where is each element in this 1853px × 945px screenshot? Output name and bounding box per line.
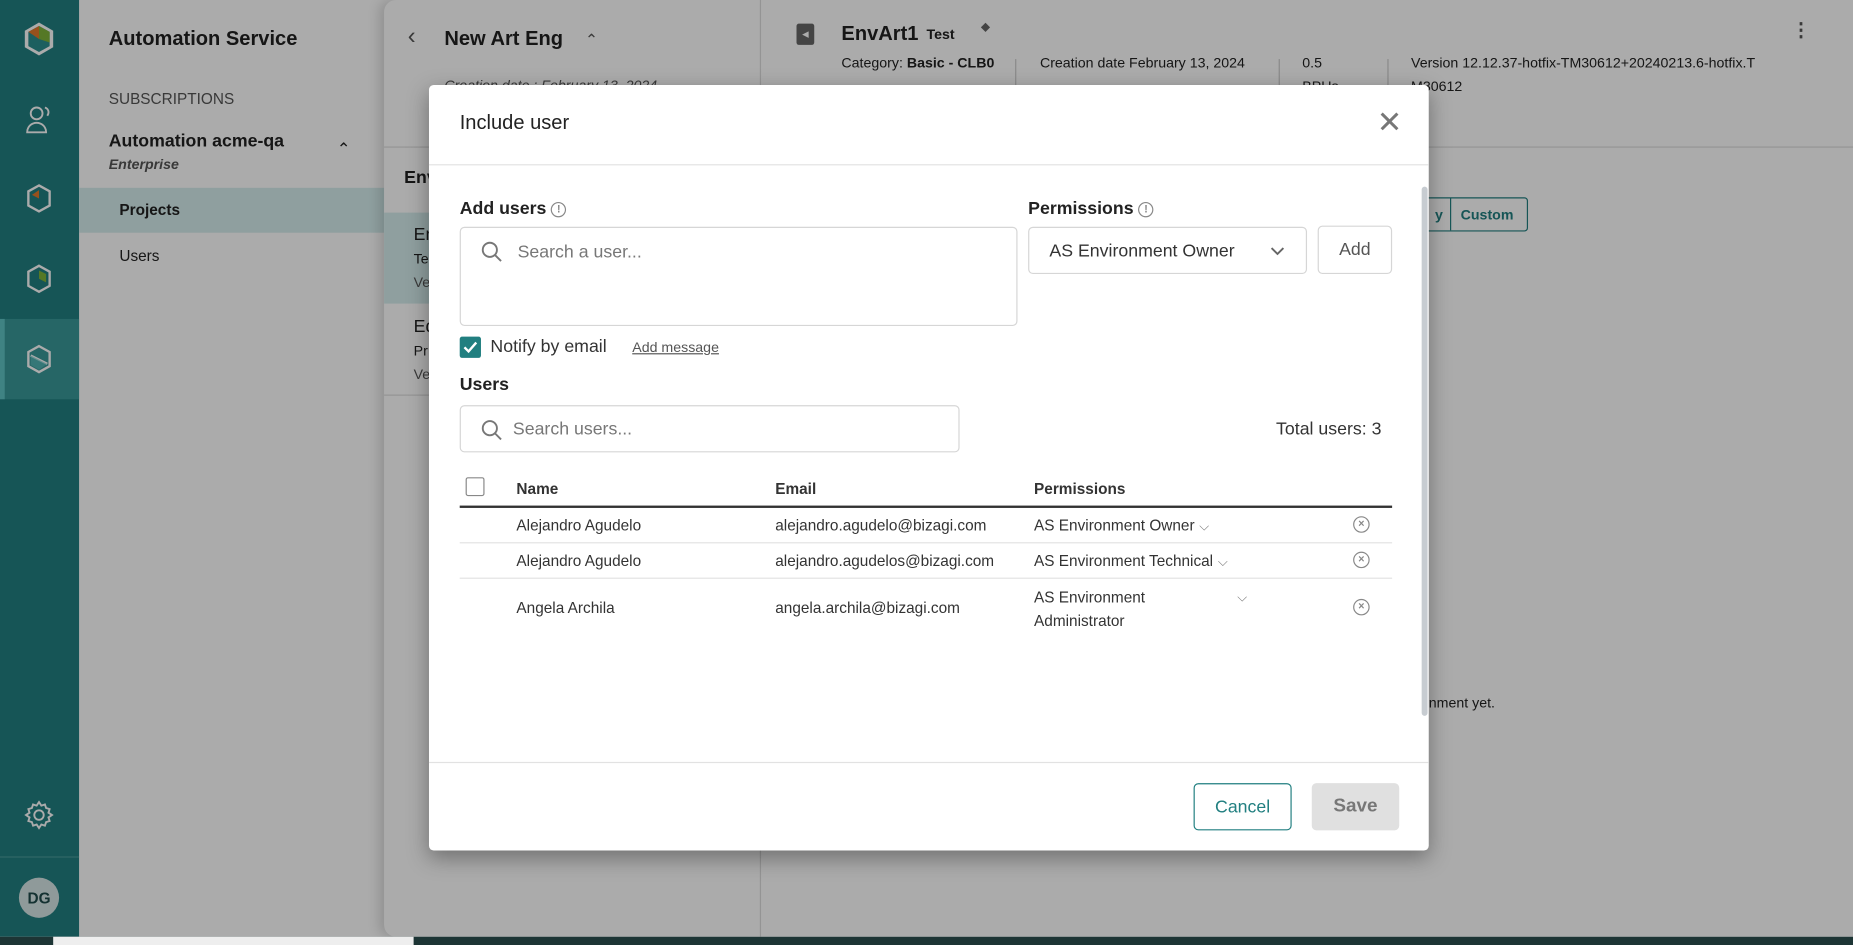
user-email: alejandro.agudelo@bizagi.com [775, 516, 987, 534]
label-text: Add users [459, 198, 547, 219]
search-users-input[interactable]: Search users... [459, 405, 960, 453]
close-icon[interactable]: ✕ [1377, 104, 1403, 141]
total-users: Total users: 3 [1276, 419, 1382, 440]
remove-user-icon[interactable]: × [1353, 516, 1370, 533]
search-icon [481, 241, 502, 262]
taskbar [0, 936, 1853, 945]
remove-user-icon[interactable]: × [1353, 551, 1370, 569]
user-email: angela.archila@bizagi.com [775, 598, 960, 617]
search-users-placeholder: Search users... [512, 419, 633, 440]
add-button[interactable]: Add [1317, 225, 1393, 275]
chevron-down-icon: ⌵ [1237, 590, 1248, 605]
info-icon[interactable]: ! [551, 201, 567, 218]
add-users-input[interactable]: Search a user... [459, 226, 1018, 327]
notify-label[interactable]: Notify by email [490, 337, 606, 357]
add-users-label: Add users! [459, 198, 567, 219]
column-header-email[interactable]: Email [775, 480, 816, 498]
permission-dropdown[interactable]: AS Environment ⌵ Administrator [1034, 586, 1247, 633]
permission-value: Administrator [1034, 611, 1125, 630]
scrollbar[interactable] [1421, 186, 1428, 716]
remove-user-icon[interactable]: × [1353, 598, 1370, 616]
add-users-placeholder: Search a user... [517, 242, 642, 263]
label-text: Permissions [1028, 198, 1134, 219]
search-icon [481, 420, 502, 441]
user-email: alejandro.agudelos@bizagi.com [775, 551, 995, 570]
info-icon[interactable]: ! [1138, 201, 1154, 218]
cancel-button[interactable]: Cancel [1193, 783, 1292, 831]
permission-dropdown[interactable]: AS Environment Technical ⌵ [1034, 552, 1228, 571]
table-row: Alejandro Agudelo alejandro.agudelos@biz… [459, 543, 1393, 579]
user-name: Alejandro Agudelo [516, 551, 642, 570]
save-button[interactable]: Save [1311, 783, 1400, 831]
select-all-checkbox[interactable] [465, 477, 485, 497]
column-header-name[interactable]: Name [516, 480, 558, 498]
permissions-label: Permissions! [1028, 198, 1154, 219]
permission-value: AS Environment Technical [1034, 551, 1214, 570]
user-name: Alejandro Agudelo [516, 516, 642, 534]
chevron-down-icon [1270, 247, 1285, 256]
checkmark-icon [463, 341, 478, 354]
user-name: Angela Archila [516, 598, 615, 617]
notify-checkbox[interactable] [459, 336, 481, 358]
permission-dropdown[interactable]: AS Environment Owner ⌵ [1034, 516, 1209, 535]
table-row: Alejandro Agudelo alejandro.agudelo@biza… [459, 507, 1393, 544]
permission-selected: AS Environment Owner [1049, 240, 1235, 262]
permission-value: AS Environment [1034, 588, 1146, 606]
table-row: Angela Archila angela.archila@bizagi.com… [460, 579, 1392, 638]
chevron-down-icon: ⌵ [1217, 555, 1228, 570]
include-user-dialog: Include user ✕ Add users! Search a user.… [428, 85, 1429, 851]
add-message-link[interactable]: Add message [632, 339, 719, 356]
column-header-permissions[interactable]: Permissions [1034, 480, 1125, 498]
divider [428, 761, 1429, 764]
divider [428, 164, 1429, 166]
permission-value: AS Environment Owner [1034, 516, 1195, 534]
permissions-select[interactable]: AS Environment Owner [1028, 226, 1308, 275]
chevron-down-icon: ⌵ [1199, 519, 1210, 534]
users-label: Users [459, 374, 509, 395]
dialog-title: Include user [459, 111, 570, 134]
